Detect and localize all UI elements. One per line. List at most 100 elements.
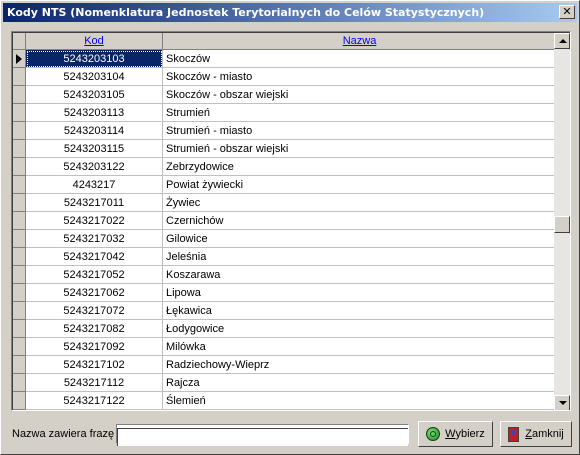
table-row[interactable]: 5243217102 Radziechowy-Wieprz bbox=[13, 355, 557, 374]
cell-nazwa[interactable]: Strumień - obszar wiejski bbox=[162, 139, 557, 158]
select-button[interactable]: Wybierz bbox=[418, 421, 493, 447]
row-indicator[interactable] bbox=[13, 373, 26, 392]
close-icon: ✕ bbox=[562, 5, 572, 18]
table-row[interactable]: 5243217062 Lipowa bbox=[13, 283, 557, 302]
table-row[interactable]: 5243203113 Strumień bbox=[13, 103, 557, 122]
cell-kod[interactable]: 5243217102 bbox=[25, 355, 163, 374]
row-indicator[interactable] bbox=[13, 67, 26, 86]
cell-nazwa[interactable]: Czernichów bbox=[162, 211, 557, 230]
cell-kod[interactable]: 5243217042 bbox=[25, 247, 163, 266]
close-button[interactable]: Zamknij bbox=[500, 421, 572, 447]
cell-nazwa[interactable]: Radziechowy-Wieprz bbox=[162, 355, 557, 374]
table-row[interactable]: 5243217042 Jeleśnia bbox=[13, 247, 557, 266]
table-row[interactable]: 5243203114 Strumień - miasto bbox=[13, 121, 557, 140]
cell-kod[interactable]: 5243217072 bbox=[25, 301, 163, 320]
row-indicator[interactable] bbox=[13, 391, 26, 410]
cell-kod[interactable]: 5243217112 bbox=[25, 373, 163, 392]
cell-nazwa[interactable]: Skoczów bbox=[162, 49, 557, 68]
nts-code-grid[interactable]: Kod Nazwa 5243203103 Skoczów 5243203104 Sko… bbox=[11, 31, 571, 411]
table-row[interactable]: 4243217 Powiat żywiecki bbox=[13, 175, 557, 194]
cell-nazwa[interactable]: Powiat żywiecki bbox=[162, 175, 557, 194]
cell-kod[interactable]: 5243203105 bbox=[25, 85, 163, 104]
cell-kod[interactable]: 4243217 bbox=[25, 175, 163, 194]
table-row[interactable]: 5243217052 Koszarawa bbox=[13, 265, 557, 284]
table-row[interactable]: 5243203103 Skoczów bbox=[13, 49, 557, 68]
row-indicator[interactable] bbox=[13, 337, 26, 356]
vertical-scrollbar[interactable] bbox=[554, 33, 570, 410]
table-row[interactable]: 5243203115 Strumień - obszar wiejski bbox=[13, 139, 557, 158]
filter-field[interactable] bbox=[116, 424, 409, 446]
scroll-thumb[interactable] bbox=[554, 216, 570, 233]
title-bar[interactable]: Kody NTS (Nomenklatura Jednostek Terytor… bbox=[3, 3, 577, 22]
table-row[interactable]: 5243217032 Gilowice bbox=[13, 229, 557, 248]
cell-kod[interactable]: 5243217082 bbox=[25, 319, 163, 338]
cell-kod[interactable]: 5243217011 bbox=[25, 193, 163, 212]
table-row[interactable]: 5243217072 Łękawica bbox=[13, 301, 557, 320]
table-row[interactable]: 5243217022 Czernichów bbox=[13, 211, 557, 230]
cell-nazwa[interactable]: Gilowice bbox=[162, 229, 557, 248]
grid-table: Kod Nazwa 5243203103 Skoczów 5243203104 Sko… bbox=[13, 33, 557, 410]
table-row[interactable]: 5243217011 Żywiec bbox=[13, 193, 557, 212]
row-indicator[interactable] bbox=[13, 193, 26, 212]
cell-nazwa[interactable]: Strumień - miasto bbox=[162, 121, 557, 140]
cell-kod[interactable]: 5243217032 bbox=[25, 229, 163, 248]
cell-nazwa[interactable]: Skoczów - miasto bbox=[162, 67, 557, 86]
arrow-down-icon bbox=[559, 401, 567, 405]
cell-nazwa[interactable]: Skoczów - obszar wiejski bbox=[162, 85, 557, 104]
row-indicator[interactable] bbox=[13, 301, 26, 320]
cell-kod[interactable]: 5243203104 bbox=[25, 67, 163, 86]
cell-nazwa[interactable]: Strumień bbox=[162, 103, 557, 122]
cell-kod[interactable]: 5243217022 bbox=[25, 211, 163, 230]
cell-nazwa[interactable]: Jeleśnia bbox=[162, 247, 557, 266]
table-row[interactable]: 5243217082 Łodygowice bbox=[13, 319, 557, 338]
column-header-kod[interactable]: Kod bbox=[25, 33, 163, 50]
row-indicator[interactable] bbox=[13, 229, 26, 248]
row-indicator[interactable] bbox=[13, 139, 26, 158]
cell-kod[interactable]: 5243217062 bbox=[25, 283, 163, 302]
cell-kod[interactable]: 5243203115 bbox=[25, 139, 163, 158]
cell-nazwa[interactable]: Koszarawa bbox=[162, 265, 557, 284]
row-indicator[interactable] bbox=[13, 319, 26, 338]
cell-kod[interactable]: 5243217122 bbox=[25, 391, 163, 410]
table-row[interactable]: 5243217112 Rajcza bbox=[13, 373, 557, 392]
cell-nazwa[interactable]: Zebrzydowice bbox=[162, 157, 557, 176]
cell-kod[interactable]: 5243203113 bbox=[25, 103, 163, 122]
cell-nazwa[interactable]: Ślemień bbox=[162, 391, 557, 410]
cell-nazwa[interactable]: Milówka bbox=[162, 337, 557, 356]
table-row[interactable]: 5243217122 Ślemień bbox=[13, 391, 557, 410]
scroll-up-button[interactable] bbox=[554, 33, 570, 49]
table-row[interactable]: 5243203104 Skoczów - miasto bbox=[13, 67, 557, 86]
table-row[interactable]: 5243203122 Zebrzydowice bbox=[13, 157, 557, 176]
window-title: Kody NTS (Nomenklatura Jednostek Terytor… bbox=[7, 6, 485, 19]
cell-kod[interactable]: 5243203122 bbox=[25, 157, 163, 176]
column-header-nazwa[interactable]: Nazwa bbox=[162, 33, 557, 50]
cell-nazwa[interactable]: Lipowa bbox=[162, 283, 557, 302]
row-indicator[interactable] bbox=[13, 355, 26, 374]
table-row[interactable]: 5243203105 Skoczów - obszar wiejski bbox=[13, 85, 557, 104]
cell-nazwa[interactable]: Żywiec bbox=[162, 193, 557, 212]
row-indicator-header bbox=[13, 33, 26, 50]
cell-nazwa[interactable]: Rajcza bbox=[162, 373, 557, 392]
cell-kod[interactable]: 5243203114 bbox=[25, 121, 163, 140]
cell-nazwa[interactable]: Łodygowice bbox=[162, 319, 557, 338]
cell-kod[interactable]: 5243203103 bbox=[25, 49, 163, 68]
row-indicator[interactable] bbox=[13, 49, 26, 68]
row-indicator[interactable] bbox=[13, 211, 26, 230]
row-indicator[interactable] bbox=[13, 157, 26, 176]
close-window-button[interactable]: ✕ bbox=[559, 5, 575, 19]
row-indicator[interactable] bbox=[13, 121, 26, 140]
row-indicator[interactable] bbox=[13, 265, 26, 284]
table-row[interactable]: 5243217092 Milówka bbox=[13, 337, 557, 356]
row-indicator[interactable] bbox=[13, 247, 26, 266]
row-indicator[interactable] bbox=[13, 175, 26, 194]
cell-kod[interactable]: 5243217052 bbox=[25, 265, 163, 284]
scroll-down-button[interactable] bbox=[554, 395, 570, 410]
cell-nazwa[interactable]: Łękawica bbox=[162, 301, 557, 320]
row-indicator[interactable] bbox=[13, 85, 26, 104]
cell-kod[interactable]: 5243217092 bbox=[25, 337, 163, 356]
filter-input[interactable] bbox=[117, 427, 408, 446]
arrow-up-icon bbox=[559, 39, 567, 43]
current-row-arrow-icon bbox=[16, 54, 22, 64]
row-indicator[interactable] bbox=[13, 103, 26, 122]
row-indicator[interactable] bbox=[13, 283, 26, 302]
